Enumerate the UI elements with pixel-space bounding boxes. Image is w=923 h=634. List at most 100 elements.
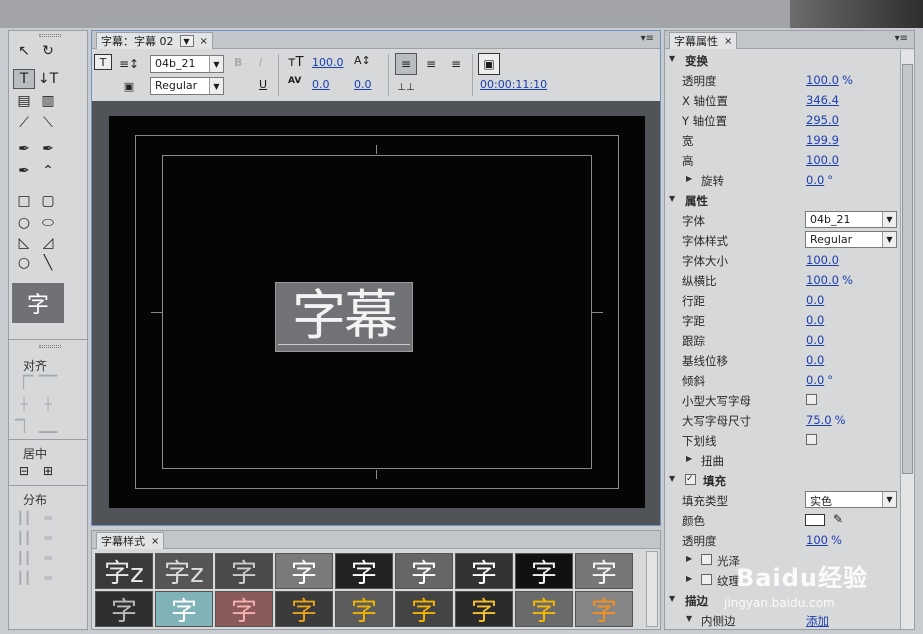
bold-button[interactable]: B — [234, 56, 242, 69]
property-value[interactable]: 0.0 — [806, 293, 824, 307]
vertical-path-type-tool-icon[interactable]: ⟍ — [37, 113, 59, 133]
expand-down-icon[interactable]: ▼ — [669, 54, 675, 63]
timecode-value[interactable]: 00:00:11:10 — [480, 78, 547, 91]
close-icon[interactable]: × — [200, 36, 208, 47]
title-text-box[interactable]: 字幕 — [275, 282, 413, 352]
wedge-tool-icon[interactable]: ◺ — [13, 233, 35, 253]
style-swatch[interactable]: 字 — [95, 591, 153, 627]
style-swatch[interactable]: 字z — [155, 553, 213, 589]
style-swatch[interactable]: 字 — [395, 591, 453, 627]
close-icon[interactable]: × — [724, 36, 732, 47]
expand-right-icon[interactable]: ▶ — [686, 554, 692, 563]
property-select[interactable]: 04b_21 ▼ — [805, 211, 897, 228]
property-value[interactable]: 100.0% — [806, 273, 853, 287]
title-dropdown-icon[interactable]: ▼ — [179, 35, 194, 47]
expand-right-icon[interactable]: ▶ — [686, 574, 692, 583]
properties-tab[interactable]: 字幕属性 × — [669, 32, 738, 49]
style-swatch[interactable]: 字 — [575, 553, 633, 589]
title-canvas[interactable]: 字幕 — [109, 116, 645, 508]
property-value-number[interactable]: 100.0 — [806, 253, 839, 267]
style-swatch[interactable]: 字z — [95, 553, 153, 589]
align-right-button[interactable]: ≡ — [445, 53, 467, 75]
center-vertical-icon[interactable]: ⊞ — [37, 461, 59, 481]
add-anchor-tool-icon[interactable]: ✒ — [13, 161, 35, 181]
property-value-number[interactable]: 100.0 — [806, 73, 839, 87]
clipped-rectangle-tool-icon[interactable]: ○ — [13, 213, 35, 233]
expand-right-icon[interactable]: ▶ — [686, 174, 692, 183]
selection-tool-icon[interactable]: ↖ — [13, 41, 35, 61]
close-icon[interactable]: × — [151, 536, 159, 547]
roll-crawl-icon[interactable]: ≡↕ — [118, 54, 140, 74]
center-horizontal-icon[interactable]: ⊟ — [13, 461, 35, 481]
style-swatch[interactable]: 字 — [395, 553, 453, 589]
property-value-number[interactable]: 0.0 — [806, 353, 824, 367]
style-swatch[interactable]: 字 — [575, 591, 633, 627]
property-value[interactable]: 0.0 ° — [806, 173, 833, 187]
property-value-number[interactable]: 295.0 — [806, 113, 839, 127]
eyedropper-icon[interactable]: ✎ — [833, 512, 843, 526]
rectangle-tool-icon[interactable]: □ — [13, 191, 35, 211]
panel-grip[interactable] — [39, 345, 61, 348]
align-center-button[interactable]: ≡ — [420, 53, 442, 75]
property-value-number[interactable]: 100.0 — [806, 273, 839, 287]
property-select[interactable]: Regular ▼ — [805, 231, 897, 248]
line-tool-icon[interactable]: ╲ — [37, 253, 59, 273]
property-value[interactable]: 100.0 — [806, 253, 839, 267]
property-value[interactable]: 0.0 ° — [806, 373, 833, 387]
tab-stops-icon[interactable]: ⊥⊥ — [395, 76, 417, 98]
styles-scrollbar[interactable] — [646, 551, 658, 627]
style-swatch[interactable]: 字 — [515, 591, 573, 627]
font-select[interactable]: 04b_21 ▼ — [150, 55, 224, 73]
panel-menu-icon[interactable]: ▾≡ — [641, 33, 654, 44]
style-swatch[interactable]: 字 — [335, 591, 393, 627]
scrollbar-thumb[interactable] — [902, 64, 913, 474]
style-swatch[interactable]: 字 — [155, 591, 213, 627]
expand-right-icon[interactable]: ▶ — [686, 454, 692, 463]
property-value[interactable]: 100.0 — [806, 153, 839, 167]
expand-down-icon[interactable]: ▼ — [669, 594, 675, 603]
font-style-select[interactable]: Regular ▼ — [150, 77, 224, 95]
property-value-number[interactable]: 199.9 — [806, 133, 839, 147]
expand-down-icon[interactable]: ▼ — [669, 474, 675, 483]
style-swatch[interactable]: 字 — [455, 553, 513, 589]
property-value-number[interactable]: 0.0 — [806, 373, 824, 387]
panel-menu-icon[interactable]: ▾≡ — [895, 33, 908, 44]
italic-button[interactable]: I — [259, 56, 262, 69]
leading-value[interactable]: 0.0 — [354, 78, 372, 91]
style-swatch[interactable]: 字 — [215, 553, 273, 589]
property-value-number[interactable]: 100.0 — [806, 153, 839, 167]
vertical-type-tool-icon[interactable]: ↓T — [37, 69, 59, 89]
rotation-tool-icon[interactable]: ↻ — [37, 41, 59, 61]
checkbox[interactable]: ✓ — [685, 474, 696, 485]
style-swatch[interactable]: 字 — [335, 553, 393, 589]
property-value[interactable]: 199.9 — [806, 133, 839, 147]
area-type-tool-icon[interactable]: ▤ — [13, 91, 35, 111]
convert-anchor-tool-icon[interactable]: ⌃ — [37, 161, 59, 181]
title-type-icon[interactable]: T — [94, 54, 112, 70]
property-value-number[interactable]: 0.0 — [806, 333, 824, 347]
ellipse-tool-icon[interactable]: ○ — [13, 253, 35, 273]
title-tab[interactable]: 字幕：字幕 02 ▼ × — [96, 32, 213, 49]
expand-right-icon[interactable]: ▼ — [686, 614, 692, 623]
checkbox[interactable] — [806, 394, 817, 405]
style-swatch[interactable]: 字 — [275, 553, 333, 589]
underline-button[interactable]: U — [259, 78, 267, 91]
styles-tab[interactable]: 字幕样式 × — [96, 532, 165, 549]
style-swatch[interactable]: 字 — [215, 591, 273, 627]
add-link[interactable]: 添加 — [806, 613, 829, 629]
rounded-corner-tool-icon[interactable]: ⬭ — [37, 213, 59, 233]
property-select[interactable]: 实色 ▼ — [805, 491, 897, 508]
checkbox[interactable] — [806, 434, 817, 445]
style-swatch[interactable]: 字 — [515, 553, 573, 589]
color-swatch[interactable] — [805, 514, 825, 526]
property-value-number[interactable]: 75.0 — [806, 413, 832, 427]
expand-down-icon[interactable]: ▼ — [669, 194, 675, 203]
show-background-video-icon[interactable]: ▣ — [478, 53, 500, 75]
property-value-number[interactable]: 0.0 — [806, 313, 824, 327]
rounded-rectangle-tool-icon[interactable]: ▢ — [37, 191, 59, 211]
property-value[interactable]: 100.0% — [806, 73, 853, 87]
property-value-number[interactable]: 0.0 — [806, 293, 824, 307]
style-swatch[interactable]: 字 — [455, 591, 513, 627]
property-value-number[interactable]: 0.0 — [806, 173, 824, 187]
properties-scrollbar[interactable] — [900, 50, 914, 629]
